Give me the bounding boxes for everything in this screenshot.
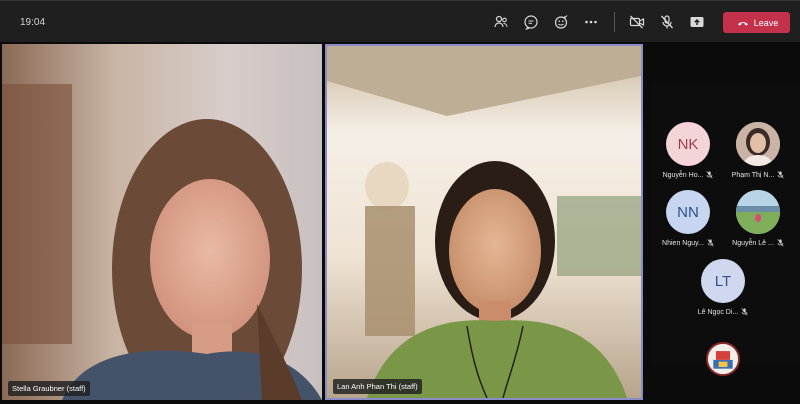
participant-item[interactable]: LT Lê Ngọc Di... [690, 259, 756, 316]
more-icon [585, 20, 597, 24]
mic-off-icon [777, 239, 784, 247]
mic-off-icon [777, 171, 784, 179]
mic-toggle-button[interactable] [658, 13, 676, 31]
participant-name: Nhien Nguy... [662, 239, 704, 247]
video-stage: Stella Graubner (staff) Lan Anh Phan Thi… [0, 42, 800, 404]
participant-video [327, 46, 641, 398]
camera-off-icon [629, 15, 645, 29]
meeting-toolbar: 19:04 Leave [0, 0, 800, 43]
people-button[interactable] [492, 13, 510, 31]
avatar: LT [701, 259, 745, 303]
people-icon [494, 15, 508, 28]
participant-name: Phạm Thị N... [731, 171, 775, 179]
participant-name: Lê Ngọc Di... [697, 308, 739, 316]
mic-off-icon [707, 239, 714, 247]
reactions-icon [554, 15, 568, 29]
avatar: NK [666, 122, 710, 166]
avatar-initials: NK [677, 135, 699, 153]
chat-button[interactable] [522, 13, 540, 31]
avatar-photo [736, 190, 780, 234]
avatar-initials: LT [714, 272, 732, 290]
meeting-clock: 19:04 [20, 17, 46, 28]
leave-button[interactable]: Leave [723, 12, 790, 33]
avatar: NN [666, 190, 710, 234]
video-tile-lan-anh[interactable]: Lan Anh Phan Thi (staff) [325, 44, 643, 400]
participant-name: Nguyễn Ho... [662, 171, 704, 179]
leave-label: Leave [753, 17, 779, 28]
mic-off-icon [661, 15, 673, 29]
phone-hangup-icon [737, 21, 748, 25]
video-name-tag: Stella Graubner (staff) [8, 381, 90, 396]
share-screen-button[interactable] [688, 13, 706, 31]
camera-toggle-button[interactable] [628, 13, 646, 31]
video-name-tag: Lan Anh Phan Thi (staff) [333, 379, 422, 394]
chat-icon [524, 15, 538, 30]
participant-item[interactable]: Nguyễn Lê ... [725, 190, 791, 247]
avatar-photo [736, 122, 780, 166]
participant-item[interactable]: Phạm Thị N... [725, 122, 791, 179]
participant-video [2, 44, 322, 400]
more-options-button[interactable] [582, 13, 600, 31]
participant-item[interactable]: NK Nguyễn Ho... [655, 122, 721, 179]
reactions-button[interactable] [552, 13, 570, 31]
mic-off-icon [741, 308, 748, 316]
self-view-avatar[interactable] [706, 342, 740, 376]
participant-name: Nguyễn Lê ... [732, 239, 774, 247]
share-icon [690, 17, 704, 27]
toolbar-divider [614, 12, 615, 32]
mic-off-icon [706, 171, 713, 179]
participant-roster: NK Nguyễn Ho... Phạm Thị N... NN Nhien N… [651, 84, 800, 364]
video-tile-stella[interactable]: Stella Graubner (staff) [2, 44, 322, 400]
avatar-initials: NN [677, 203, 699, 221]
participant-item[interactable]: NN Nhien Nguy... [655, 190, 721, 247]
